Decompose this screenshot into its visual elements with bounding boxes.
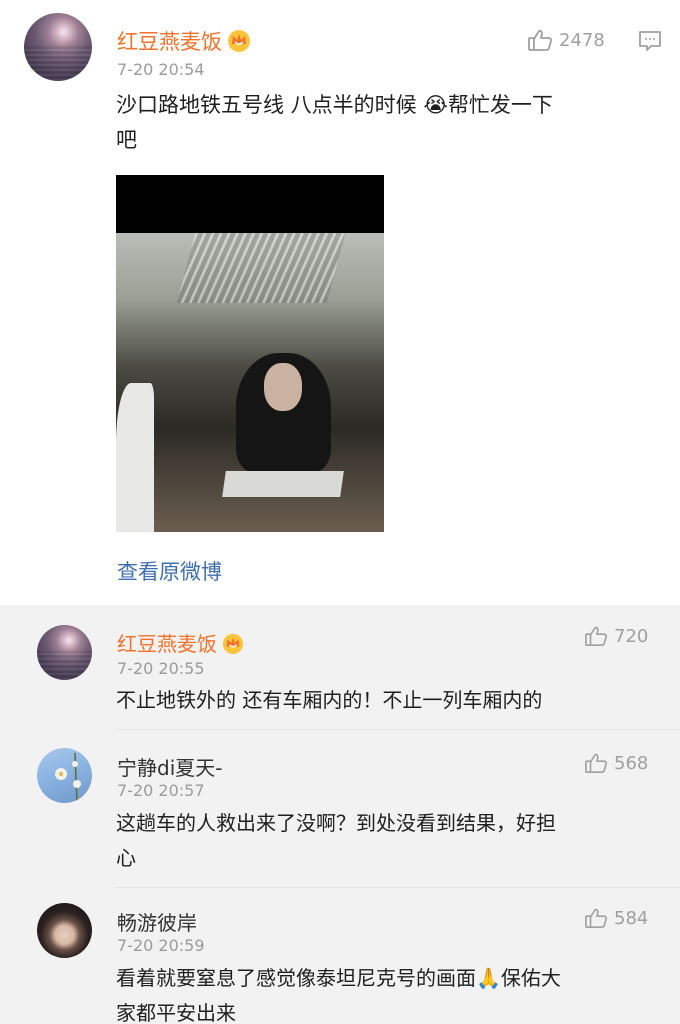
comment-like-count: 720	[614, 625, 649, 647]
main-post: 红豆燕麦饭 7-20 20:54 2478 沙口路地铁五号线 八点半的时候 😭帮…	[0, 0, 680, 605]
comment-divider	[116, 887, 680, 888]
thumbs-up-icon	[585, 626, 607, 646]
comment-author-text: 红豆燕麦饭	[117, 632, 217, 656]
comment-author-name[interactable]: 宁静di夏天-	[117, 752, 222, 781]
comment-time: 7-20 20:59	[117, 936, 205, 955]
comment-time: 7-20 20:57	[117, 781, 205, 800]
view-original-link[interactable]: 查看原微博	[117, 556, 222, 586]
thumbs-up-icon	[528, 29, 552, 51]
video-letterbox	[116, 175, 384, 233]
paper-sheet	[222, 471, 344, 497]
crown-badge-icon	[221, 632, 245, 659]
post-text: 沙口路地铁五号线 八点半的时候 😭帮忙发一下 吧	[116, 88, 553, 158]
comments-section: 红豆燕麦饭 7-20 20:55 720 不止地铁外的 还有车厢内的！不止一列车…	[0, 605, 680, 1024]
passenger-left	[116, 383, 154, 532]
comment-avatar[interactable]	[37, 625, 92, 680]
comment-divider	[116, 729, 680, 730]
comment-text-line1: 这趟车的人救出来了没啊？到处没看到结果，好担	[116, 811, 556, 835]
comment-like-count: 584	[614, 907, 649, 929]
post-author-name[interactable]: 红豆燕麦饭	[117, 26, 252, 57]
comment-like-count: 568	[614, 752, 649, 774]
comment-text: 这趟车的人救出来了没啊？到处没看到结果，好担 心	[116, 806, 556, 876]
crying-emoji-icon: 😭	[423, 93, 448, 117]
post-time: 7-20 20:54	[117, 60, 205, 79]
comment-icon[interactable]	[638, 30, 662, 56]
post-text-line1b: 帮忙发一下	[447, 93, 553, 117]
thumbs-up-icon	[585, 753, 607, 773]
comment-text: 不止地铁外的 还有车厢内的！不止一列车厢内的	[116, 688, 543, 712]
post-author-avatar[interactable]	[24, 13, 92, 81]
praying-hands-emoji-icon: 🙏	[476, 966, 501, 990]
post-like-count: 2478	[559, 29, 605, 51]
comment-like-button[interactable]: 568	[584, 752, 648, 774]
post-text-line2: 吧	[116, 128, 137, 152]
passenger-face	[264, 363, 302, 411]
crown-badge-icon	[226, 28, 252, 57]
comment-text: 看着就要窒息了感觉像泰坦尼克号的画面🙏保佑大 家都平安出来	[116, 961, 561, 1024]
flower-image	[55, 752, 81, 803]
comment-author-name[interactable]: 红豆燕麦饭	[117, 628, 245, 659]
comment-like-button[interactable]: 720	[584, 625, 648, 647]
ceiling-vent	[176, 233, 346, 303]
video-scene	[116, 233, 384, 532]
post-video-thumbnail[interactable]	[116, 175, 384, 532]
post-text-line1: 沙口路地铁五号线 八点半的时候	[116, 93, 417, 117]
comment-avatar[interactable]	[37, 748, 92, 803]
comment-author-name[interactable]: 畅游彼岸	[117, 907, 197, 936]
thumbs-up-icon	[585, 908, 607, 928]
comment-text-line1b: 保佑大	[500, 966, 561, 990]
comment-text-line2: 心	[116, 846, 136, 870]
comment-time: 7-20 20:55	[117, 659, 205, 678]
post-like-button[interactable]: 2478	[527, 28, 605, 52]
comment-avatar[interactable]	[37, 903, 92, 958]
comment-text-line1: 看着就要窒息了感觉像泰坦尼克号的画面	[116, 966, 476, 990]
post-author-name-text: 红豆燕麦饭	[117, 30, 222, 54]
comment-like-button[interactable]: 584	[584, 907, 648, 929]
comment-text-line2: 家都平安出来	[116, 1001, 236, 1024]
